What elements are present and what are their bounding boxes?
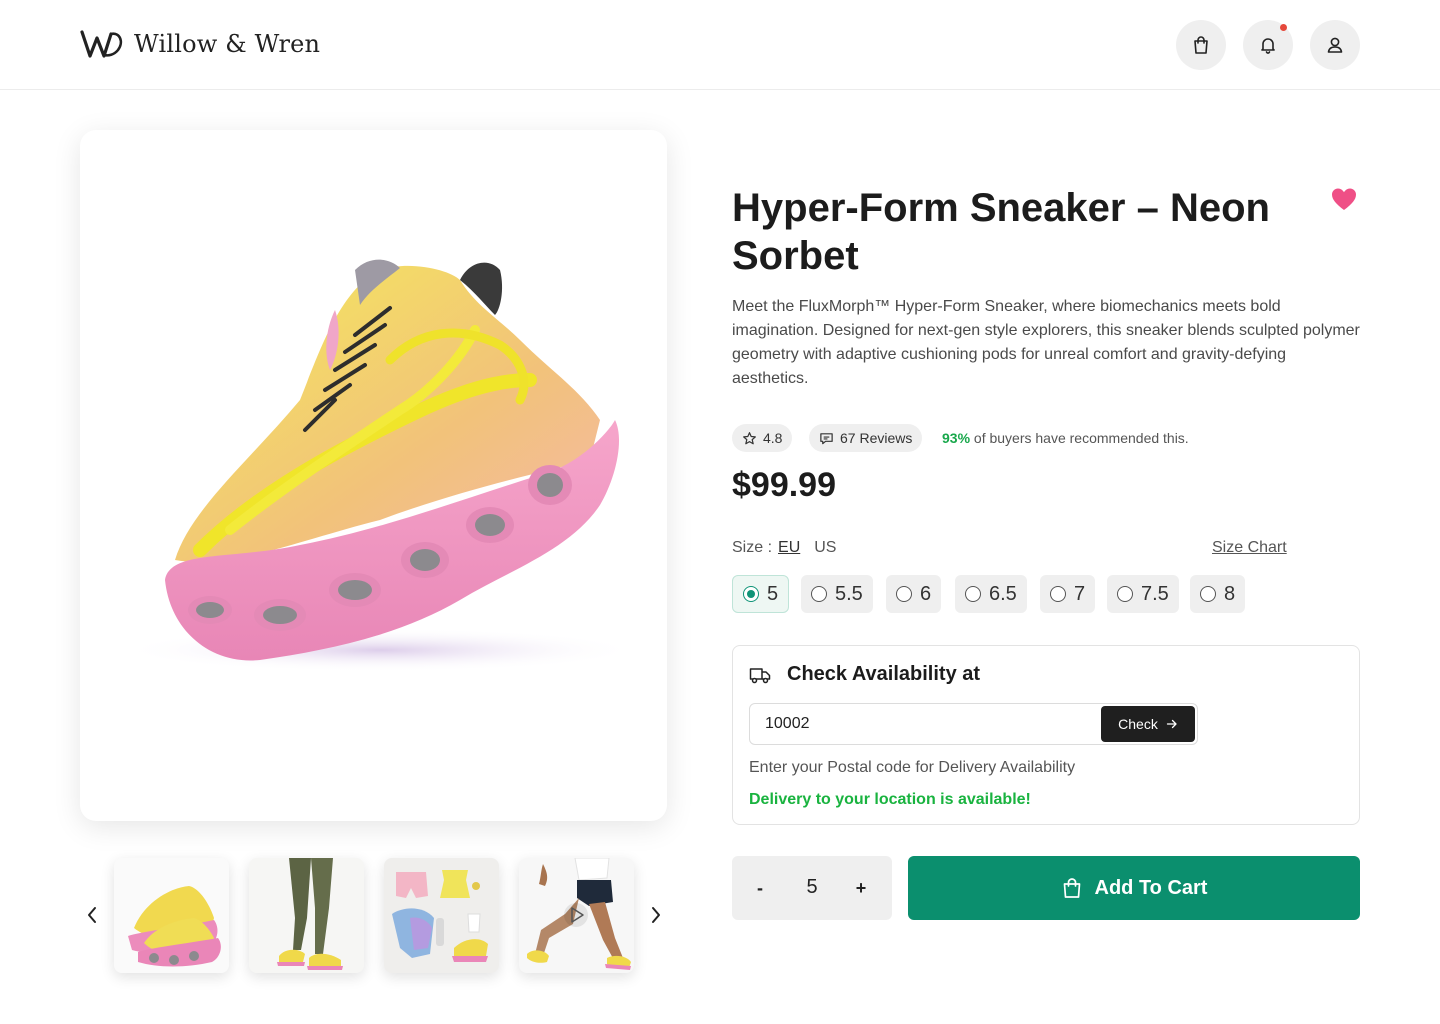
thumbnail-outfit-flatlay[interactable] [384, 858, 499, 973]
radio-icon [1117, 586, 1133, 602]
radio-icon [1050, 586, 1066, 602]
site-header: Willow & Wren [0, 0, 1440, 90]
size-option-label: 7 [1074, 582, 1086, 605]
recommend-percent: 93% [942, 430, 971, 446]
chevron-left-icon [88, 907, 96, 923]
main-product-image[interactable] [80, 130, 667, 821]
gallery-next-button[interactable] [641, 900, 671, 930]
radio-icon [965, 586, 981, 602]
size-option-label: 7.5 [1141, 582, 1169, 605]
delivery-status-message: Delivery to your location is available! [749, 791, 1031, 808]
star-icon [743, 431, 756, 444]
size-option-label: 5 [767, 582, 779, 605]
account-button[interactable] [1310, 20, 1360, 70]
brand-logo[interactable]: Willow & Wren [80, 28, 320, 60]
sneaker-image [120, 259, 640, 672]
postal-code-input[interactable] [750, 704, 1100, 744]
size-option-5[interactable]: 5 [732, 575, 790, 613]
add-to-cart-label: Add To Cart [1094, 876, 1208, 899]
logo-mark-icon [80, 30, 123, 58]
size-option-label: 6 [920, 582, 932, 605]
postal-code-hint: Enter your Postal code for Delivery Avai… [749, 759, 1076, 776]
reviews-count: 67 Reviews [840, 430, 913, 446]
arrow-right-icon [1166, 719, 1177, 729]
comment-icon [820, 432, 833, 444]
availability-heading: Check Availability at [749, 663, 980, 686]
add-to-cart-button[interactable]: Add To Cart [908, 856, 1360, 920]
user-icon [1327, 37, 1343, 53]
rating-chip[interactable]: 4.8 [732, 424, 793, 452]
size-option-label: 8 [1224, 582, 1236, 605]
availability-title: Check Availability at [787, 663, 981, 685]
quantity-stepper: - 5 + [732, 856, 892, 920]
postal-code-field: Check [749, 703, 1198, 745]
size-option-6[interactable]: 6 [886, 575, 942, 613]
increase-quantity-button[interactable]: + [847, 874, 875, 902]
size-option-5.5[interactable]: 5.5 [801, 575, 873, 613]
shopping-bag-icon [1063, 878, 1080, 898]
size-unit-selector: Size : EU US [732, 539, 836, 557]
radio-icon [896, 586, 912, 602]
rating-value: 4.8 [763, 430, 783, 446]
gallery-prev-button[interactable] [77, 900, 107, 930]
cart-header-button[interactable] [1176, 20, 1226, 70]
recommendation-text: 93% of buyers have recommended this. [942, 430, 1189, 446]
product-title: Hyper-Form Sneaker – Neon Sorbet [732, 186, 1270, 278]
outfit-flatlay-image [384, 858, 499, 973]
size-unit-eu[interactable]: EU [778, 539, 800, 557]
check-availability-button[interactable]: Check [1101, 706, 1195, 742]
size-label: Size : [732, 539, 773, 556]
runner-in-motion-image [519, 858, 634, 973]
legs-wearing-sneakers-image [249, 858, 364, 973]
size-unit-us[interactable]: US [814, 539, 836, 557]
thumbnail-legs-wearing-sneakers[interactable] [249, 858, 364, 973]
notification-badge [1280, 24, 1287, 31]
brand-name: Willow & Wren [134, 30, 321, 58]
thumbnail-runner-in-motion[interactable] [519, 858, 634, 973]
product-price: $99.99 [732, 466, 836, 504]
radio-icon [811, 586, 827, 602]
product-description: Meet the FluxMorph™ Hyper-Form Sneaker, … [732, 298, 1360, 387]
size-option-6.5[interactable]: 6.5 [955, 575, 1027, 613]
heart-icon[interactable] [1330, 186, 1358, 212]
decrease-quantity-button[interactable]: - [746, 874, 774, 902]
quantity-value[interactable]: 5 [792, 876, 832, 899]
sneaker-pair-image [114, 858, 229, 973]
chevron-right-icon [652, 907, 660, 923]
availability-panel: Check Availability at Check Enter your P… [732, 645, 1360, 825]
shopping-bag-icon [1194, 36, 1208, 54]
check-button-label: Check [1118, 716, 1158, 732]
radio-selected-icon [743, 586, 759, 602]
recommend-label: of buyers have recommended this. [973, 430, 1189, 446]
size-option-7.5[interactable]: 7.5 [1107, 575, 1179, 613]
size-option-7[interactable]: 7 [1040, 575, 1096, 613]
size-option-label: 6.5 [989, 582, 1017, 605]
thumbnail-sneaker-pair[interactable] [114, 858, 229, 973]
size-option-8[interactable]: 8 [1190, 575, 1246, 613]
bell-icon [1261, 38, 1275, 54]
size-option-label: 5.5 [835, 582, 863, 605]
radio-icon [1200, 586, 1216, 602]
delivery-truck-icon [749, 667, 771, 683]
size-chart-link[interactable]: Size Chart [1212, 539, 1287, 557]
notifications-button[interactable] [1243, 20, 1293, 70]
reviews-chip[interactable]: 67 Reviews [809, 424, 923, 452]
